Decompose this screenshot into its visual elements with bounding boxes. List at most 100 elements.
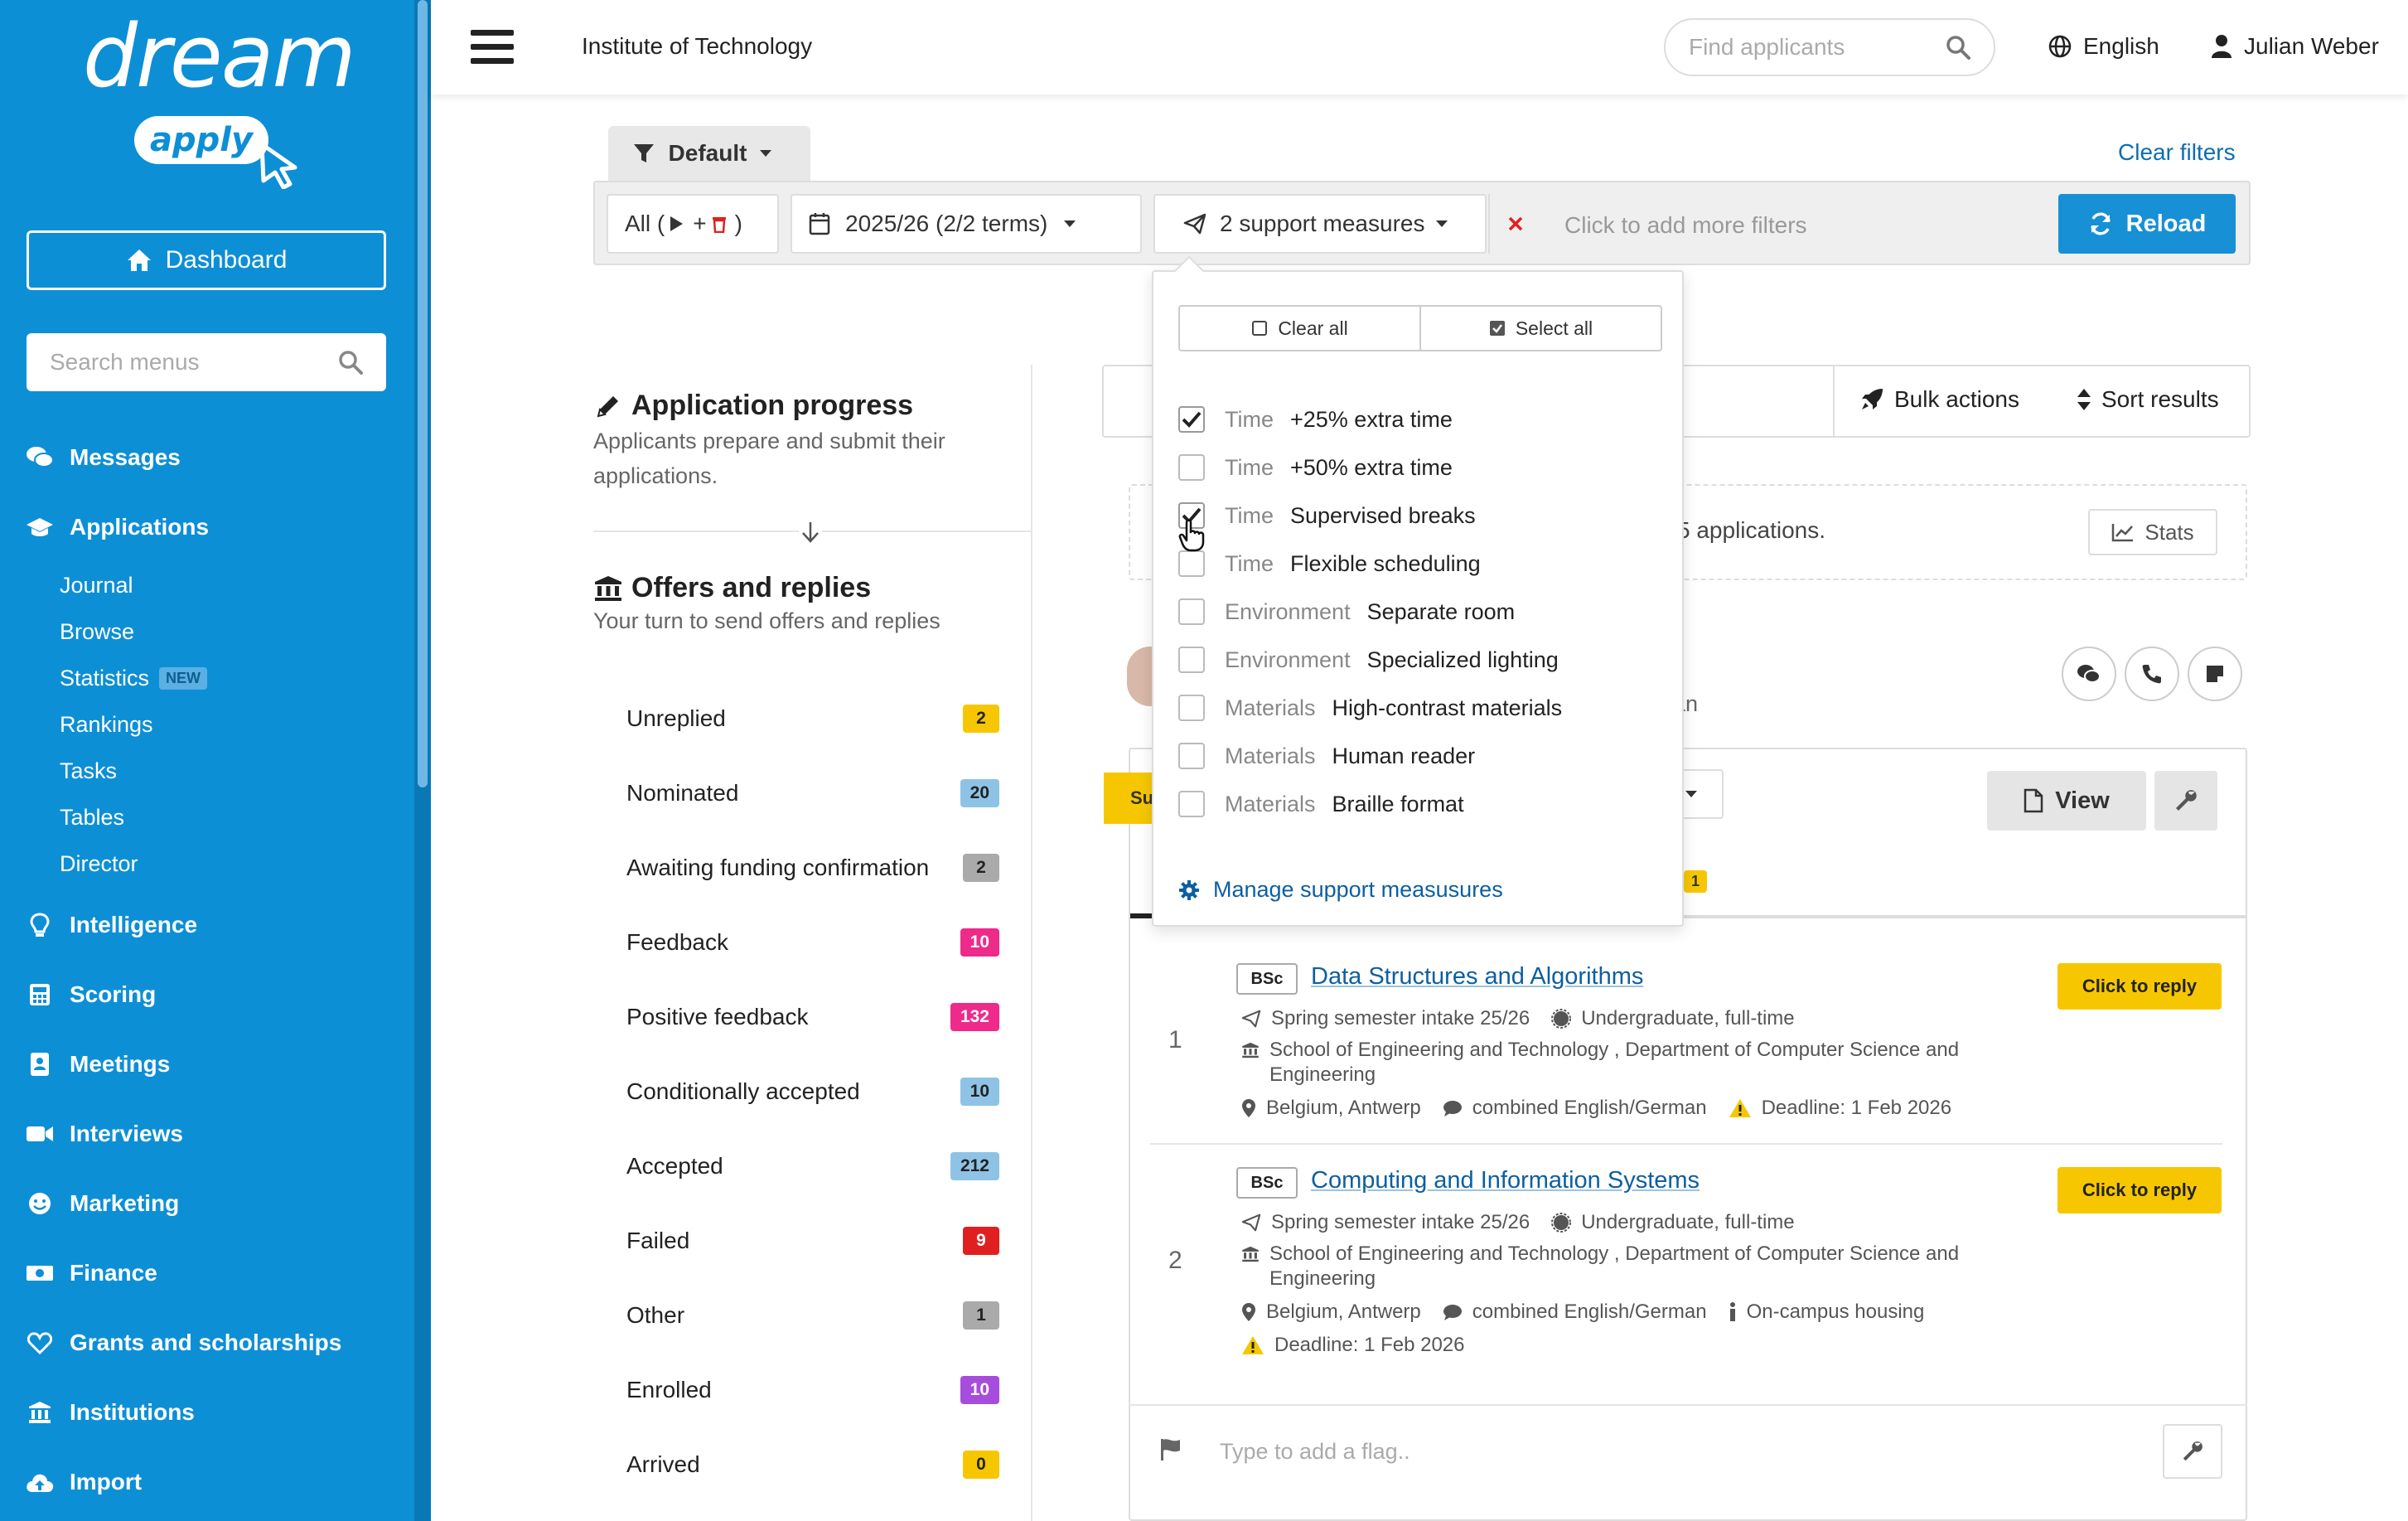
note-button[interactable] [2188,647,2242,701]
nav-sub-tasks[interactable]: Tasks [0,748,414,794]
flag-input[interactable]: Type to add a flag.. [1220,1439,1410,1465]
nav-interviews[interactable]: Interviews [0,1099,414,1169]
nav-institutions[interactable]: Institutions [0,1378,414,1447]
filter-icon [633,144,654,162]
status-row[interactable]: Conditionally accepted 10 [626,1054,999,1129]
find-applicants-input[interactable]: Find applicants [1664,18,1995,76]
add-filters-input[interactable]: Click to add more filters [1564,212,1807,239]
status-row[interactable]: Failed 9 [626,1204,999,1278]
checkbox[interactable] [1178,598,1205,625]
application-progress-title: Application progress [631,390,914,421]
status-row[interactable]: Accepted 212 [626,1129,999,1204]
support-option[interactable]: Environment Separate room [1178,595,1515,628]
nav-import[interactable]: Import [0,1447,414,1517]
nav-grants[interactable]: Grants and scholarships [0,1308,414,1378]
nav-sub-rankings[interactable]: Rankings [0,701,414,748]
program-name-link[interactable]: Computing and Information Systems [1311,1167,1700,1194]
support-option[interactable]: Time Supervised breaks [1178,499,1476,532]
close-icon [1508,216,1523,231]
checkbox[interactable] [1178,647,1205,673]
status-row[interactable]: Feedback 10 [626,905,999,980]
hamburger-menu-icon[interactable] [471,30,514,65]
reload-button[interactable]: Reload [2058,194,2236,254]
card-settings-button[interactable] [2154,771,2217,831]
status-row[interactable]: Other 1 [626,1278,999,1353]
nav-applications[interactable]: Applications [0,492,414,562]
call-button[interactable] [2125,647,2179,701]
bulk-actions-button[interactable]: Bulk actions [1859,386,2019,413]
select-all-label: Select all [1515,317,1593,339]
support-option[interactable]: Materials Human reader [1178,739,1475,773]
nav-finance[interactable]: Finance [0,1238,414,1308]
nav-sub-director[interactable]: Director [0,840,414,887]
program-name-link[interactable]: Data Structures and Algorithms [1311,963,1643,991]
nav-sub-browse[interactable]: Browse [0,608,414,655]
status-label: Enrolled [626,1377,712,1402]
nav-grants-label: Grants and scholarships [70,1330,342,1355]
support-measures-filter-chip[interactable]: 2 support measures [1153,194,1523,254]
user-menu[interactable]: Julian Weber [2211,33,2379,60]
status-row[interactable]: Nominated 20 [626,756,999,831]
nav-marketing[interactable]: Marketing [0,1169,414,1238]
sidebar-scrollbar[interactable] [414,0,431,1521]
clear-filters-link[interactable]: Clear filters [2118,139,2236,166]
sidebar-scrollbar-thumb[interactable] [418,0,428,787]
checkbox[interactable] [1178,791,1205,817]
checkbox[interactable] [1178,743,1205,769]
status-row[interactable]: Enrolled 10 [626,1353,999,1427]
view-button[interactable]: View [1987,771,2146,831]
calculator-icon [25,980,55,1010]
nav-intelligence[interactable]: Intelligence [0,890,414,960]
remove-filter-button[interactable] [1488,194,1541,254]
checkbox[interactable] [1178,454,1205,481]
option-category: Time [1225,406,1274,432]
divider [1031,365,1032,1521]
status-count: 10 [960,928,999,957]
nav-messages[interactable]: Messages [0,423,414,492]
support-option[interactable]: Time Flexible scheduling [1178,547,1481,580]
status-row[interactable]: Awaiting funding confirmation 2 [626,831,999,905]
status-label: Feedback [626,929,728,955]
nav-sub-statistics-label: Statistics [60,665,150,690]
click-to-reply-button[interactable]: Click to reply [2057,963,2222,1010]
status-filter-chip[interactable]: All ( + ) [607,194,779,254]
support-option[interactable]: Materials High-contrast materials [1178,691,1562,724]
nav-scoring[interactable]: Scoring [0,960,414,1029]
support-option[interactable]: Time +50% extra time [1178,451,1453,484]
status-row[interactable]: Positive feedback 132 [626,980,999,1054]
status-row[interactable]: Arrived 0 [626,1427,999,1502]
checkbox[interactable] [1178,695,1205,721]
menu-search-input[interactable]: Search menus [27,333,386,391]
offers-header: Offers and replies [593,572,1024,604]
nav-finance-label: Finance [70,1260,157,1286]
stats-button[interactable]: Stats [2088,509,2217,555]
manage-support-measures-link[interactable]: Manage support measusures [1178,877,1503,903]
nav-sub-tables[interactable]: Tables [0,794,414,840]
terms-filter-chip[interactable]: 2025/26 (2/2 terms) [791,194,1142,254]
status-row[interactable]: Unreplied 2 [626,681,999,756]
nav-sub-statistics[interactable]: Statistics NEW [0,655,414,701]
click-to-reply-button[interactable]: Click to reply [2057,1167,2222,1213]
sort-results-button[interactable]: Sort results [2077,386,2219,413]
language-selector[interactable]: English [2048,33,2159,60]
offers-desc: Your turn to send offers and replies [593,608,940,633]
contact-actions [2062,647,2242,701]
select-all-button[interactable]: Select all [1421,307,1661,350]
certificate-icon [1551,1213,1572,1233]
dashboard-button[interactable]: Dashboard [27,230,386,290]
application-progress-header: Application progress [593,390,1024,422]
support-option[interactable]: Environment Specialized lighting [1178,643,1559,676]
clear-all-button[interactable]: Clear all [1180,307,1421,350]
filter-preset-tab[interactable]: Default [608,126,810,181]
nav-meetings[interactable]: Meetings [0,1029,414,1099]
message-button[interactable] [2062,647,2116,701]
nav-sub-journal[interactable]: Journal [0,562,414,608]
support-option[interactable]: Materials Braille format [1178,787,1464,821]
checkbox-checked[interactable] [1178,406,1205,433]
support-option[interactable]: Time +25% extra time [1178,403,1453,436]
flag-settings-button[interactable] [2163,1424,2222,1479]
dreamapply-logo[interactable]: dream apply [83,13,356,189]
user-icon [2212,35,2232,58]
program-location: Belgium, Antwerp [1266,1301,1421,1323]
main-nav: Messages Applications Journal Browse Sta… [0,423,414,1517]
